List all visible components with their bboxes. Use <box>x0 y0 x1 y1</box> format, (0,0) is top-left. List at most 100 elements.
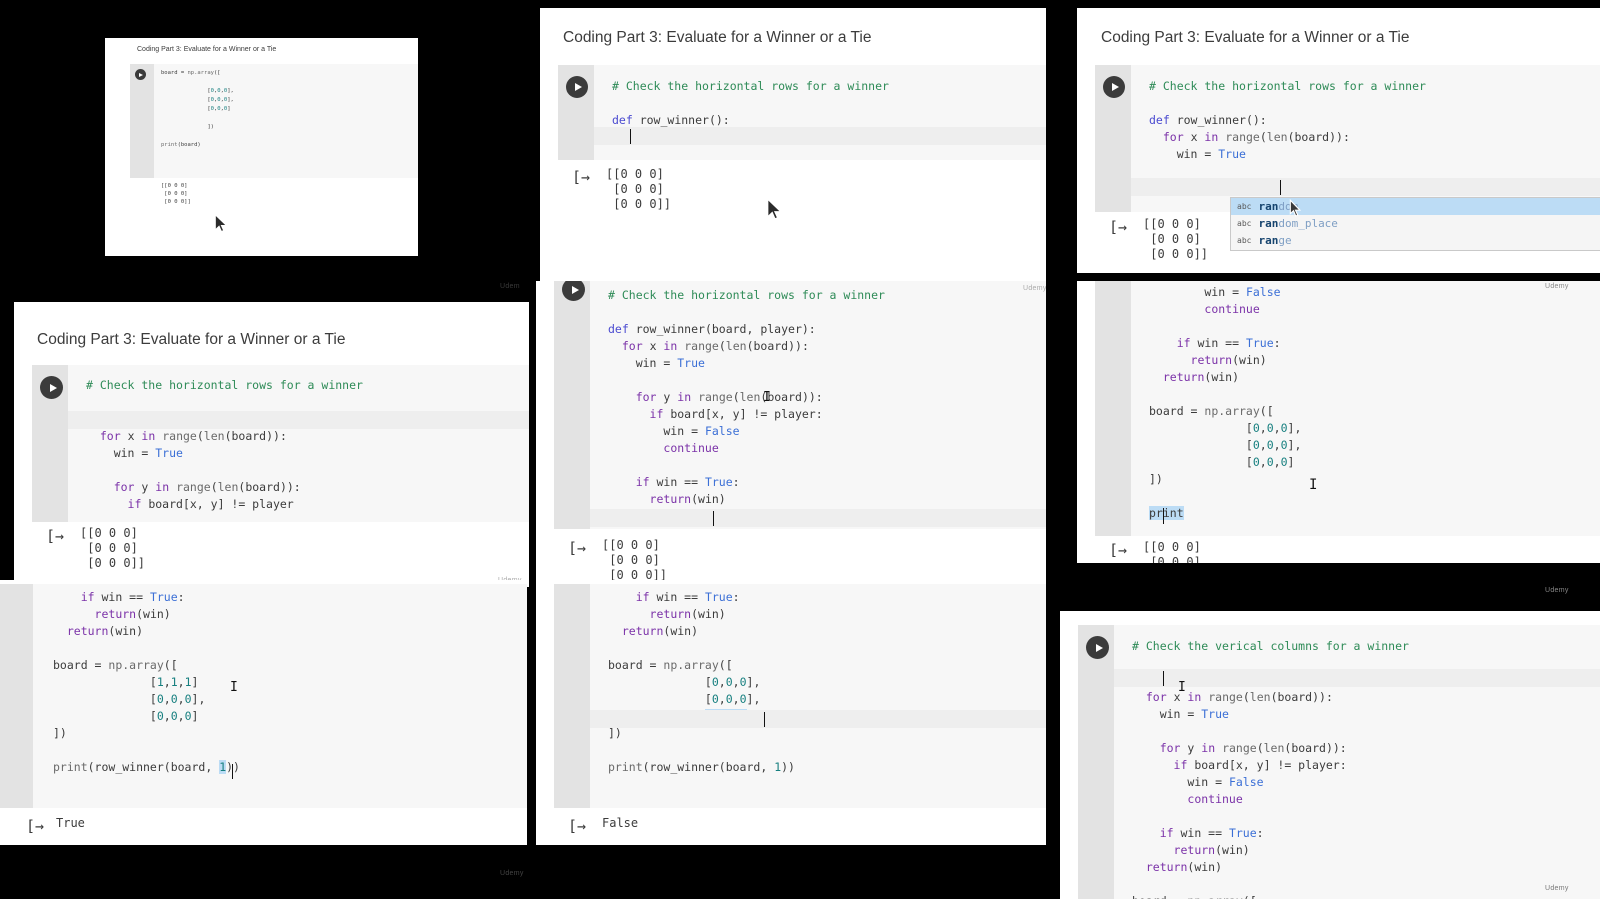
code-text[interactable]: # Check the horizontal rows for a winner… <box>612 78 889 129</box>
panel-vertical-columns-frame: # Check the verical columns for a winner… <box>1046 563 1600 899</box>
panel-autocomplete-frame: Coding Part 3: Evaluate for a Winner or … <box>1046 0 1600 296</box>
output-text: [[0 0 0] [0 0 0] [0 0 0]] <box>1143 217 1209 261</box>
output-arrow-icon: [→ <box>568 817 587 835</box>
panel-print-typing-frame: win = False continue if win == True: ret… <box>1046 281 1600 567</box>
code-text[interactable]: # Check the horizontal rows for a winner… <box>608 287 885 525</box>
active-line-highlight <box>1114 669 1600 687</box>
output-text: False <box>602 816 639 830</box>
text-caret <box>232 764 233 779</box>
notebook-sheet: if win == True: return(win) return(win) … <box>0 580 527 845</box>
cell-gutter <box>554 584 590 808</box>
code-text[interactable]: if win == True: return(win) return(win) … <box>608 589 795 776</box>
output-arrow-icon: [→ <box>568 539 587 557</box>
cell-gutter <box>0 584 33 808</box>
watermark: Udemy <box>500 283 520 290</box>
output-text: True <box>56 816 85 830</box>
abc-icon: abc <box>1237 219 1252 228</box>
cell-output: [→ [[0 0 0] [0 0 0] [0 0 0]] <box>558 160 1046 222</box>
mouse-pointer-icon <box>767 198 782 220</box>
active-line-highlight <box>590 710 1046 728</box>
page-title: Coding Part 3: Evaluate for a Winner or … <box>563 29 872 46</box>
play-icon[interactable] <box>40 376 63 399</box>
watermark: Udemy <box>1545 885 1569 892</box>
autocomplete-item[interactable]: abc range <box>1231 232 1600 249</box>
panel-row-winner-true-frame: if win == True: return(win) return(win) … <box>0 580 527 870</box>
output-text: [[0 0 0] [0 0 0] [0 0 0]] <box>161 183 191 205</box>
cell-output: [→ False <box>554 808 1046 845</box>
code-cell[interactable]: # Check the horizontal rows for a winner… <box>558 65 1046 160</box>
panel-row-winner-full-frame: # Check the horizontal rows for a winner… <box>536 281 1046 587</box>
abc-icon: abc <box>1237 202 1252 211</box>
notebook-sheet: if win == True: return(win) return(win) … <box>536 580 1046 845</box>
panel-row-winner-partial-frame: Coding Part 3: Evaluate for a Winner or … <box>0 290 536 587</box>
output-text: [[0 0 0] [0 0 0] [0 0 0]] <box>606 167 672 211</box>
play-icon[interactable] <box>1086 636 1109 659</box>
code-text[interactable]: if win == True: return(win) return(win) … <box>53 589 240 776</box>
code-cell[interactable]: # Check the horizontal rows for a winner… <box>1095 65 1600 212</box>
output-text: [[0 0 0] [0 0 0] [0 0 0]] <box>602 538 668 582</box>
code-text[interactable]: win = False continue if win == True: ret… <box>1149 284 1301 522</box>
cell-output: [→ [[0 0 0] [0 0 0] [0 0 0]] <box>32 522 529 580</box>
screenshot-collage: Coding Part 3: Evaluate for a Winner or … <box>0 0 1600 899</box>
watermark: Udemy <box>1023 285 1046 292</box>
text-caret <box>1163 671 1164 686</box>
notebook-sheet: Coding Part 3: Evaluate for a Winner or … <box>540 8 1046 281</box>
mouse-pointer-icon <box>1289 199 1302 217</box>
code-cell[interactable]: if win == True: return(win) return(win) … <box>0 584 527 808</box>
autocomplete-item-label: range <box>1258 234 1292 247</box>
abc-icon: abc <box>1237 236 1252 245</box>
cell-gutter <box>1078 625 1114 899</box>
page-title: Coding Part 3: Evaluate for a Winner or … <box>137 46 277 53</box>
play-icon[interactable] <box>135 69 146 80</box>
code-text[interactable]: # Check the horizontal rows for a winner… <box>86 377 363 513</box>
active-line-highlight <box>68 411 529 429</box>
output-text: [[0 0 0] [0 0 0] [0 0 0]] <box>80 526 146 570</box>
code-cell[interactable]: if win == True: return(win) return(win) … <box>554 584 1046 808</box>
code-cell[interactable]: # Check the verical columns for a winner… <box>1078 625 1600 899</box>
output-arrow-icon: [→ <box>1109 541 1128 559</box>
i-beam-cursor: I <box>230 680 238 695</box>
active-line-highlight <box>594 127 1046 145</box>
panel-board-setup-thumbnail-frame: Coding Part 3: Evaluate for a Winner or … <box>0 0 520 290</box>
play-icon[interactable] <box>1103 76 1125 98</box>
play-icon[interactable] <box>566 76 588 98</box>
cell-gutter <box>1095 281 1131 536</box>
cell-output: [→ [[0 0 0] [0 0 0] [0 0 0]] <box>554 531 1046 587</box>
page-title: Coding Part 3: Evaluate for a Winner or … <box>37 331 346 348</box>
code-cell[interactable]: # Check the horizontal rows for a winner… <box>554 281 1046 529</box>
mouse-pointer-icon <box>215 214 228 232</box>
panel-empty-row-winner-frame: Coding Part 3: Evaluate for a Winner or … <box>536 0 1046 296</box>
cell-output: [→ True <box>0 808 527 845</box>
output-arrow-icon: [→ <box>26 817 45 835</box>
code-cell[interactable]: # Check the horizontal rows for a winner… <box>32 365 529 577</box>
notebook-sheet: Coding Part 3: Evaluate for a Winner or … <box>105 38 418 256</box>
panel-row-winner-false-frame: if win == True: return(win) return(win) … <box>536 580 1046 870</box>
cell-gutter <box>130 64 154 178</box>
notebook-sheet: Coding Part 3: Evaluate for a Winner or … <box>14 302 529 587</box>
cell-output: [[0 0 0] [0 0 0] [0 0 0]] <box>130 178 418 210</box>
code-cell[interactable]: win = False continue if win == True: ret… <box>1095 281 1600 536</box>
notebook-sheet: # Check the horizontal rows for a winner… <box>536 281 1046 587</box>
i-beam-cursor: I <box>763 390 771 405</box>
output-arrow-icon: [→ <box>46 527 65 545</box>
notebook-sheet: win = False continue if win == True: ret… <box>1077 281 1600 567</box>
i-beam-cursor: I <box>1178 680 1186 695</box>
code-cell[interactable]: board = np.array([ [0,0,0], [0,0,0], [0,… <box>130 64 418 178</box>
active-line-highlight <box>1131 178 1600 196</box>
code-text[interactable]: board = np.array([ [0,0,0], [0,0,0], [0,… <box>161 69 234 150</box>
watermark: Udemy <box>500 870 524 877</box>
page-title: Coding Part 3: Evaluate for a Winner or … <box>1101 29 1410 46</box>
i-beam-cursor: I <box>1309 477 1318 493</box>
text-caret <box>1163 508 1164 524</box>
cell-gutter <box>554 281 590 529</box>
active-line-highlight <box>590 509 1046 527</box>
text-caret <box>713 511 714 526</box>
text-caret <box>1280 180 1281 195</box>
output-arrow-icon: [→ <box>572 168 591 186</box>
watermark: Udemy <box>1545 283 1569 290</box>
output-arrow-icon: [→ <box>1109 218 1128 236</box>
watermark: Udemy <box>1545 587 1569 594</box>
text-caret <box>630 129 631 144</box>
notebook-sheet: # Check the verical columns for a winner… <box>1060 611 1600 899</box>
text-caret <box>764 712 765 727</box>
